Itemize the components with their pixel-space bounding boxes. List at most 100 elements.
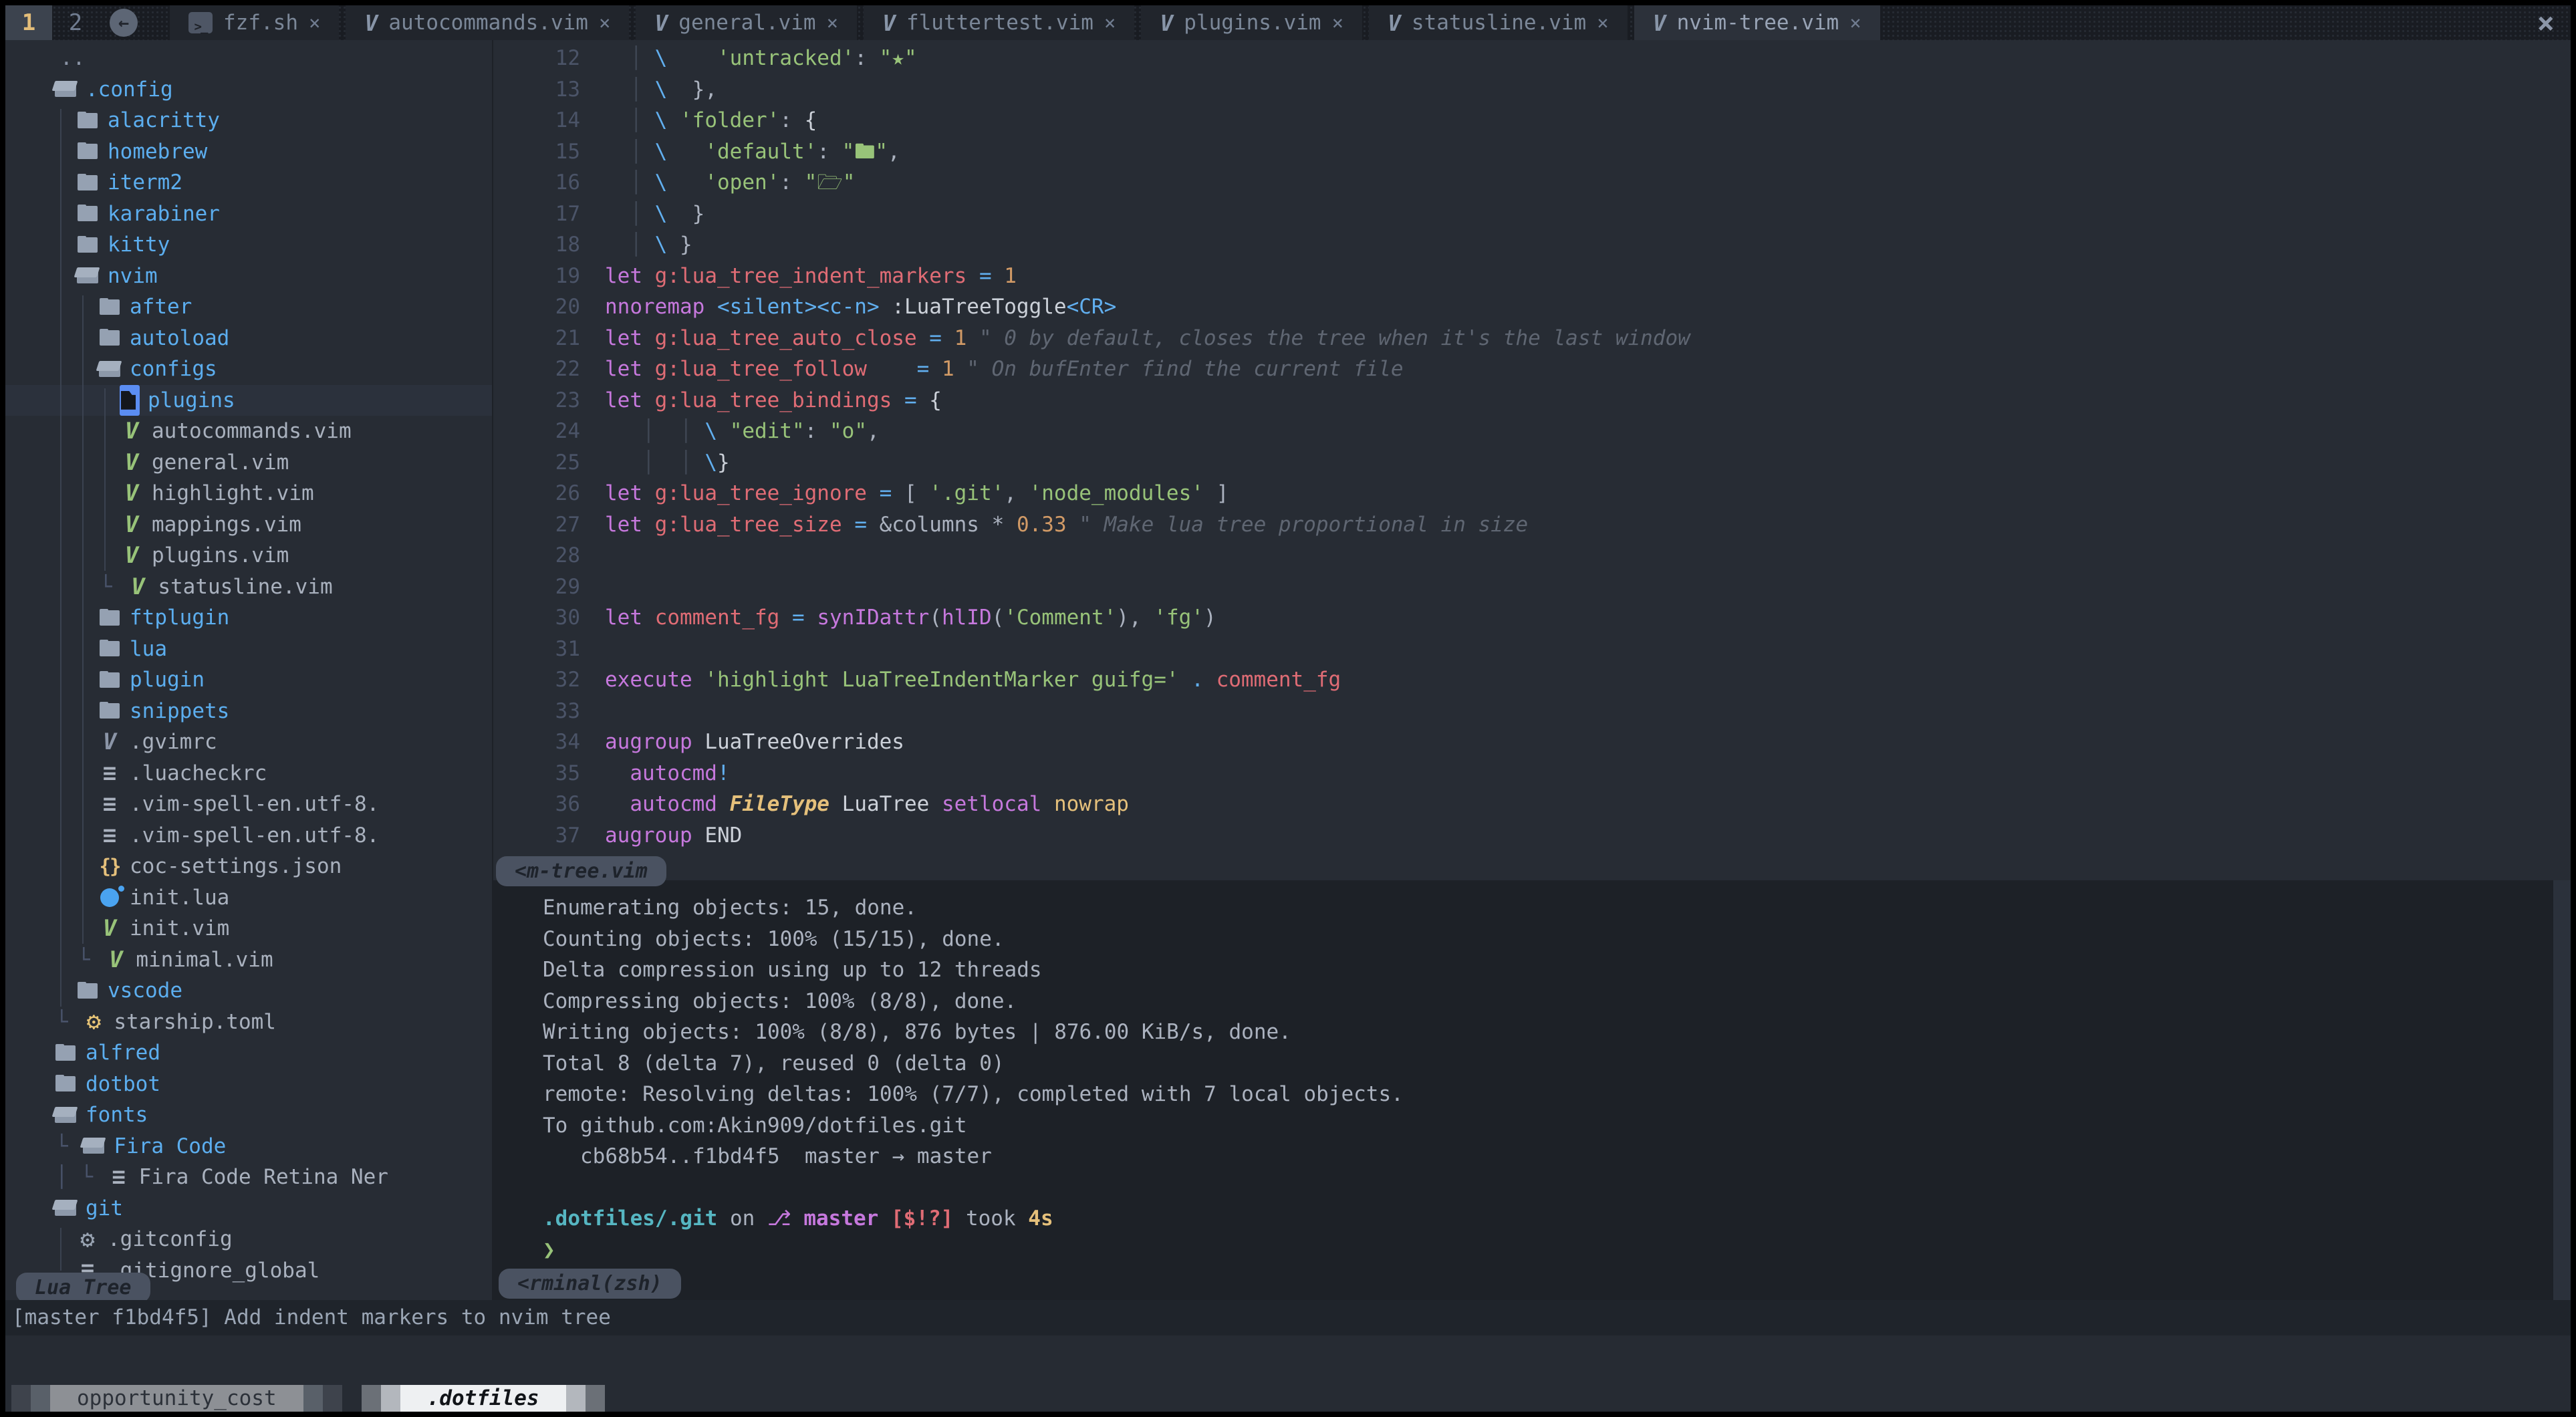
tree-item-label: statusline.vim bbox=[158, 575, 332, 599]
line-number: 26 bbox=[493, 478, 580, 509]
tree-item-label: configs bbox=[130, 357, 217, 381]
line-number: 24 bbox=[493, 416, 580, 447]
tree-row[interactable]: git bbox=[5, 1193, 492, 1225]
tree-row[interactable]: └ starship.toml bbox=[5, 1007, 492, 1038]
window-index[interactable]: 1 bbox=[5, 5, 52, 40]
tree-row[interactable]: │ └ Fira Code Retina Ner bbox=[5, 1162, 492, 1193]
tmux-window-label: .dotfiles bbox=[427, 1386, 539, 1410]
editor-tab[interactable]: nvim-tree.vim × bbox=[1634, 5, 1880, 40]
tree-item-icon bbox=[118, 511, 145, 538]
tree-item-icon bbox=[96, 610, 123, 626]
tab-close-icon[interactable]: × bbox=[827, 11, 838, 34]
tree-row[interactable]: autocommands.vim bbox=[5, 416, 492, 447]
tree-row[interactable]: iterm2 bbox=[5, 167, 492, 199]
tree-row[interactable]: coc-settings.json bbox=[5, 851, 492, 882]
tree-item-icon bbox=[124, 573, 151, 600]
tree-row[interactable]: karabiner bbox=[5, 199, 492, 230]
terminal-pane[interactable]: <m-tree.vim Enumerating objects: 15, don… bbox=[493, 880, 2571, 1300]
editor-tab[interactable]: plugins.vim × bbox=[1141, 5, 1362, 40]
back-arrow-icon[interactable]: ← bbox=[110, 9, 138, 37]
tree-item-label: ftplugin bbox=[130, 606, 229, 630]
tree-row[interactable]: homebrew bbox=[5, 136, 492, 168]
tree-row[interactable]: general.vim bbox=[5, 447, 492, 479]
line-number: 15 bbox=[493, 136, 580, 168]
line-code: │ \ 'untracked': "★" bbox=[580, 43, 917, 74]
vim-message-line: [master f1bd4f5] Add indent markers to n… bbox=[5, 1300, 2571, 1335]
tab-close-icon[interactable]: × bbox=[1849, 11, 1861, 34]
tree-row[interactable]: init.lua bbox=[5, 882, 492, 914]
segment-fade bbox=[31, 1385, 50, 1412]
editor-line: 22 let g:lua_tree_follow = 1 " On bufEnt… bbox=[493, 354, 2571, 385]
editor-tab[interactable]: general.vim × bbox=[636, 5, 857, 40]
file-tree-pane[interactable]: .. .config bbox=[5, 40, 493, 1300]
tree-row[interactable]: snippets bbox=[5, 696, 492, 727]
tmux-window-segment[interactable]: .dotfiles bbox=[362, 1385, 605, 1412]
tree-row[interactable]: alfred bbox=[5, 1037, 492, 1069]
tree-item-icon bbox=[118, 385, 141, 416]
tab-close-icon[interactable]: × bbox=[1332, 11, 1343, 34]
tree-row[interactable]: plugins.vim bbox=[5, 540, 492, 571]
tree-row[interactable]: kitty bbox=[5, 229, 492, 261]
tab-close-icon[interactable]: × bbox=[1597, 11, 1608, 34]
tab-close-icon[interactable]: × bbox=[1104, 11, 1116, 34]
window-index[interactable]: 2 bbox=[52, 5, 99, 40]
editor-tab[interactable]: statusline.vim × bbox=[1369, 5, 1628, 40]
tree-row[interactable]: ftplugin bbox=[5, 602, 492, 634]
tree-row[interactable]: alacritty bbox=[5, 105, 492, 136]
tree-row[interactable]: .. bbox=[5, 43, 492, 74]
tree-indent-guide bbox=[60, 109, 61, 1007]
segment-fade bbox=[11, 1385, 31, 1412]
tmux-window-segment[interactable]: opportunity_cost bbox=[11, 1385, 342, 1412]
tab-close-icon[interactable]: × bbox=[599, 11, 610, 34]
tree-item-icon bbox=[118, 449, 145, 476]
tree-row[interactable]: autoload bbox=[5, 323, 492, 354]
tree-row[interactable]: plugins bbox=[5, 385, 492, 416]
tree-item-label: .. bbox=[60, 46, 85, 70]
segment-fade bbox=[381, 1385, 400, 1412]
tree-row[interactable]: lua bbox=[5, 634, 492, 665]
tree-row[interactable]: └ minimal.vim bbox=[5, 944, 492, 976]
tree-row[interactable]: └ statusline.vim bbox=[5, 571, 492, 603]
line-number: 28 bbox=[493, 540, 580, 571]
tree-item-label: Fira Code bbox=[114, 1134, 226, 1158]
tree-item-icon bbox=[74, 983, 101, 999]
tree-row[interactable]: after bbox=[5, 291, 492, 323]
tree-item-icon bbox=[74, 113, 101, 128]
tree-item-label: highlight.vim bbox=[152, 481, 314, 505]
tree-row[interactable]: vscode bbox=[5, 975, 492, 1007]
line-number: 36 bbox=[493, 789, 580, 820]
tree-row[interactable]: mappings.vim bbox=[5, 509, 492, 541]
tree-row[interactable]: .luacheckrc bbox=[5, 758, 492, 789]
tree-item-label: fonts bbox=[86, 1103, 148, 1127]
close-all-icon[interactable]: × bbox=[2537, 6, 2571, 40]
editor-tab[interactable]: autocommands.vim × bbox=[346, 5, 629, 40]
editor-tab[interactable]: fzf.sh × bbox=[170, 5, 339, 40]
tree-row[interactable]: fonts bbox=[5, 1100, 492, 1131]
terminal-line: remote: Resolving deltas: 100% (7/7), co… bbox=[543, 1079, 2553, 1110]
editor-tab[interactable]: fluttertest.vim × bbox=[864, 5, 1134, 40]
editor-line: 25 │ │ \} bbox=[493, 447, 2571, 479]
tree-row[interactable]: configs bbox=[5, 354, 492, 385]
tree-item-icon bbox=[80, 1008, 107, 1035]
tree-row[interactable]: plugin bbox=[5, 664, 492, 696]
tab-close-icon[interactable]: × bbox=[309, 11, 320, 34]
tree-row[interactable]: nvim bbox=[5, 261, 492, 292]
tree-row[interactable]: .vim-spell-en.utf-8. bbox=[5, 820, 492, 852]
tree-row[interactable]: .gitconfig bbox=[5, 1224, 492, 1255]
tree-row[interactable]: .config bbox=[5, 74, 492, 106]
tree-row[interactable]: └ Fira Code bbox=[5, 1131, 492, 1162]
tree-row[interactable]: highlight.vim bbox=[5, 478, 492, 509]
editor-line: 37 augroup END bbox=[493, 820, 2571, 852]
terminal-line: ❯ bbox=[543, 1235, 2553, 1266]
tree-row[interactable]: init.vim bbox=[5, 913, 492, 944]
terminal-line: Counting objects: 100% (15/15), done. bbox=[543, 924, 2553, 955]
tmux-client: 1 2 ← fzf.sh × autocomm bbox=[5, 5, 2571, 1412]
line-code: let g:lua_tree_auto_close = 1 " 0 by def… bbox=[580, 323, 1690, 354]
tab-filetype-icon bbox=[1388, 10, 1401, 36]
terminal-line: Compressing objects: 100% (8/8), done. bbox=[543, 986, 2553, 1017]
editor-pane[interactable]: 12 │ \ 'untracked': "★" 13 │ \ }, 14 bbox=[493, 40, 2571, 880]
tree-row[interactable]: .vim-spell-en.utf-8. bbox=[5, 789, 492, 820]
tree-row[interactable]: dotbot bbox=[5, 1069, 492, 1100]
line-number: 12 bbox=[493, 43, 580, 74]
tree-row[interactable]: .gvimrc bbox=[5, 727, 492, 758]
